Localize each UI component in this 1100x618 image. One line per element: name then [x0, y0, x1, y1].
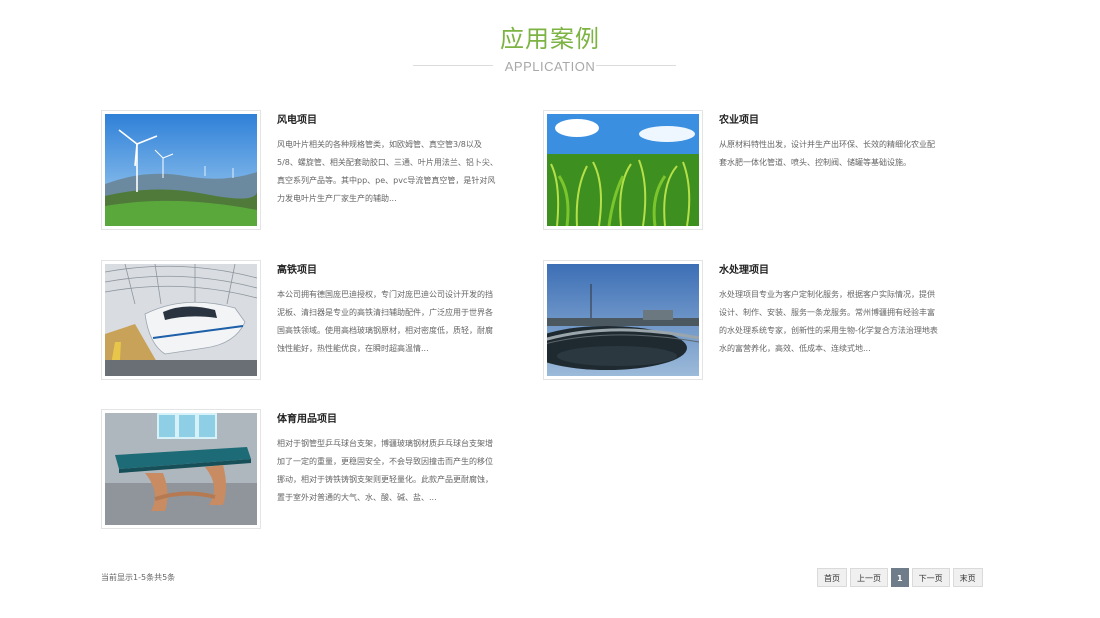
result-count: 当前显示1-5条共5条 [101, 573, 176, 582]
case-item-water-treatment[interactable]: 水处理项目 水处理项目专业为客户定制化服务，根据客户实际情况，提供设计、制作、安… [543, 260, 963, 385]
section-title: 应用案例 [500, 25, 600, 53]
corn-field-image [547, 114, 699, 226]
next-page-button[interactable]: 下一页 [911, 568, 950, 587]
case-title[interactable]: 农业项目 [719, 111, 759, 126]
section-header: 应用案例 APPLICATION [0, 24, 1100, 74]
case-description: 本公司拥有德国庞巴迪授权，专门对庞巴迪公司设计开发的挡泥板、清扫器是专业的高铁清… [277, 290, 493, 353]
case-title[interactable]: 风电项目 [277, 111, 317, 126]
prev-page-button[interactable]: 上一页 [850, 568, 888, 587]
pagination: 首页 上一页 1 下一页 末页 [817, 568, 983, 587]
corn-field-photo[interactable] [543, 110, 703, 230]
case-description: 风电叶片相关的各种规格管类，如欧姆管、真空管3/8以及5/8、螺旋管、相关配套助… [277, 140, 498, 203]
divider-right [596, 65, 676, 66]
case-title[interactable]: 体育用品项目 [277, 410, 337, 425]
case-item-agriculture[interactable]: 农业项目 从原材料特性出发，设计并生产出环保、长效的精细化农业配套水肥一体化管道… [543, 110, 963, 235]
water-treatment-image [547, 264, 699, 376]
divider-left [413, 65, 493, 66]
current-page-indicator[interactable]: 1 [891, 568, 909, 587]
case-title[interactable]: 高铁项目 [277, 261, 317, 276]
ping-pong-table-photo[interactable] [101, 409, 261, 529]
section-subtitle: APPLICATION [504, 59, 596, 74]
case-description: 水处理项目专业为客户定制化服务，根据客户实际情况，提供设计、制作、安装、服务一条… [719, 290, 938, 353]
case-item-high-speed-rail[interactable]: 高铁项目 本公司拥有德国庞巴迪授权，专门对庞巴迪公司设计开发的挡泥板、清扫器是专… [101, 260, 521, 385]
ping-pong-table-image [105, 413, 257, 525]
first-page-button[interactable]: 首页 [817, 568, 847, 587]
subtitle-row: APPLICATION [0, 56, 1100, 74]
water-treatment-photo[interactable] [543, 260, 703, 380]
case-title[interactable]: 水处理项目 [719, 261, 769, 276]
case-item-sports[interactable]: 体育用品项目 相对于钢管型乒乓球台支架，博疆玻璃钢材质乒乓球台支架增加了一定的重… [101, 409, 521, 534]
case-description: 从原材料特性出发，设计并生产出环保、长效的精细化农业配套水肥一体化管道、喷头、控… [719, 140, 935, 167]
wind-turbine-photo[interactable] [101, 110, 261, 230]
last-page-button[interactable]: 末页 [952, 568, 983, 587]
train-image [105, 264, 257, 376]
high-speed-train-photo[interactable] [101, 260, 261, 380]
case-description: 相对于钢管型乒乓球台支架，博疆玻璃钢材质乒乓球台支架增加了一定的重量，更稳固安全… [277, 439, 493, 502]
wind-turbine-image [105, 114, 257, 226]
case-item-wind[interactable]: 风电项目 风电叶片相关的各种规格管类，如欧姆管、真空管3/8以及5/8、螺旋管、… [101, 110, 521, 235]
